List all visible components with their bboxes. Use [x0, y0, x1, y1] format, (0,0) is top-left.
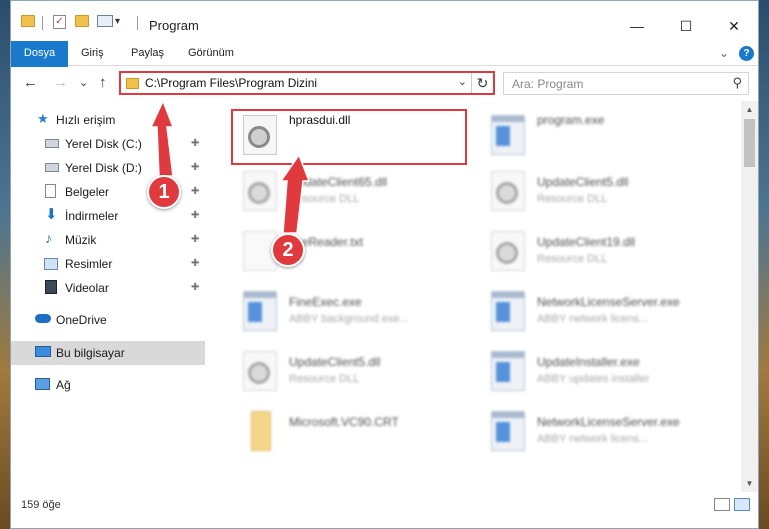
arrow-to-address-bar: [149, 99, 175, 177]
annotation-arrows: [149, 99, 311, 234]
arrow-to-dll-file: [279, 153, 311, 234]
desktop-background-left: [0, 0, 10, 529]
explorer-window: ✓ ▾ Program — ☐ ✕ Dosya Giriş Paylaş Gör…: [10, 0, 759, 529]
desktop-background-right: [759, 0, 769, 529]
step-2-callout: 2: [271, 233, 305, 267]
step-1-callout: 1: [147, 175, 181, 209]
